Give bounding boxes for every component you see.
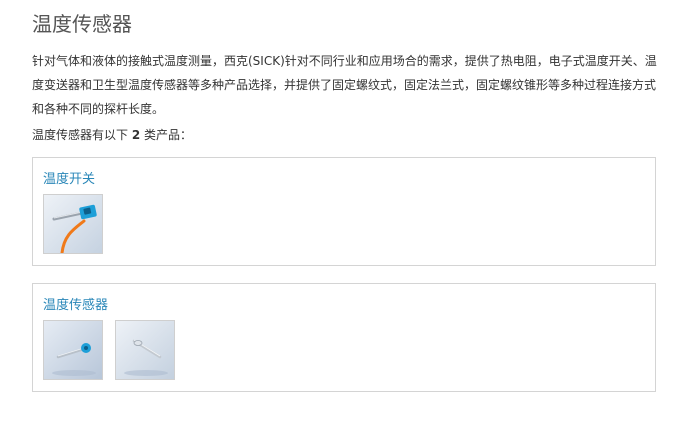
count-value: 2: [131, 128, 141, 142]
category-title-temperature-sensor[interactable]: 温度传感器: [43, 296, 108, 316]
count-prefix: 温度传感器有以下: [32, 128, 129, 142]
category-box-temperature-switch: 温度开关: [32, 157, 656, 266]
temperature-sensor-product-image-2: [116, 321, 174, 379]
category-box-temperature-sensor: 温度传感器: [32, 283, 656, 392]
product-count-line: 温度传感器有以下 2 类产品：: [32, 124, 192, 146]
temperature-switch-thumbnail[interactable]: [43, 194, 103, 254]
category-title-temperature-switch[interactable]: 温度开关: [43, 170, 95, 190]
count-suffix: 类产品：: [144, 128, 193, 142]
temperature-switch-product-image: [44, 195, 102, 253]
page-title: 温度传感器: [32, 12, 132, 36]
temperature-sensor-thumbnail-1[interactable]: [43, 320, 103, 380]
intro-paragraph: 针对气体和液体的接触式温度测量，西克(SICK)针对不同行业和应用场合的需求，提…: [32, 54, 657, 116]
temperature-sensor-product-image-1: [44, 321, 102, 379]
temperature-sensor-thumbnail-2[interactable]: [115, 320, 175, 380]
